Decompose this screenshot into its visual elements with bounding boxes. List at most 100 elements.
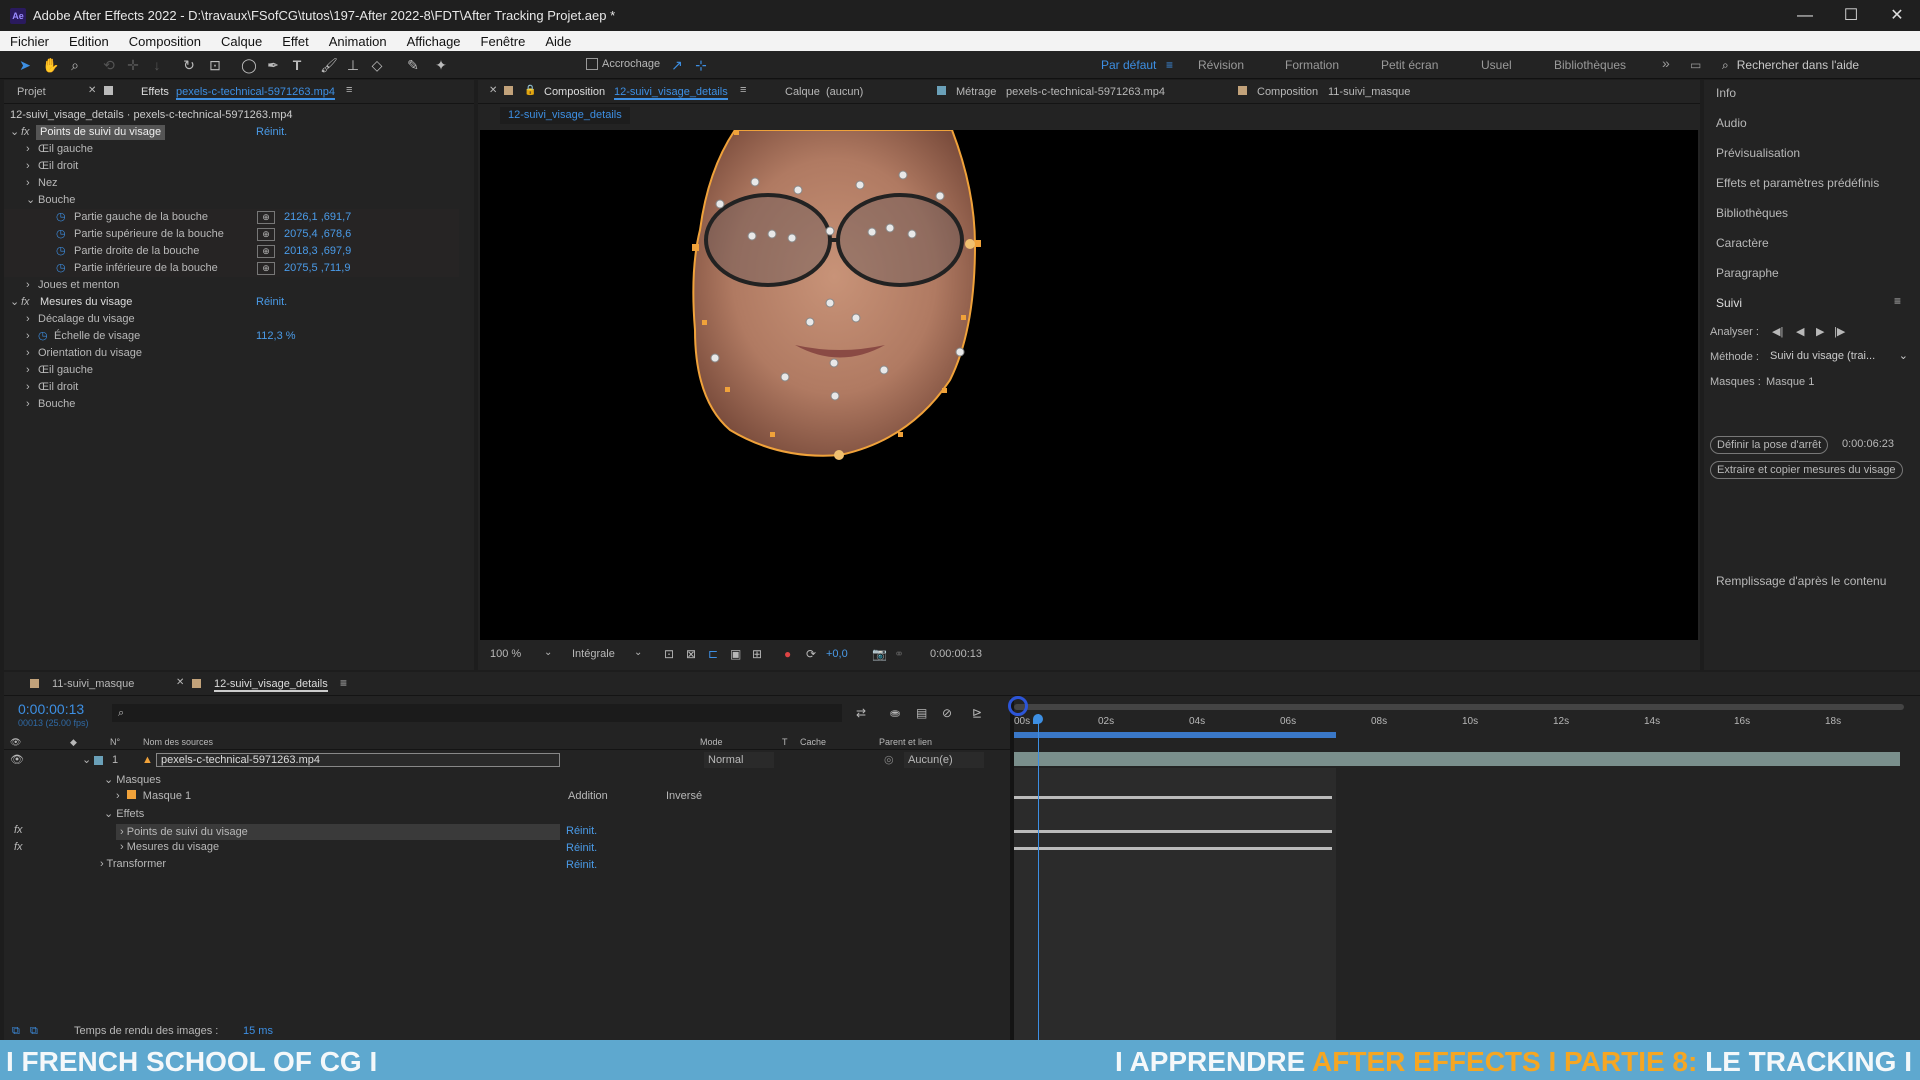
layer-row[interactable]: 👁 ⌄ 1 ▲ pexels-c-technical-5971263.mp4 N… (4, 752, 1010, 768)
menu-effet[interactable]: Effet (282, 34, 309, 49)
effect-row-face-points[interactable]: › Points de suivi du visage (116, 824, 560, 840)
resolution-select[interactable]: Intégrale (572, 648, 615, 660)
minimize-button[interactable]: — (1782, 4, 1828, 28)
panel-character[interactable]: Caractère (1716, 236, 1769, 250)
grid-icon[interactable]: ⊞ (752, 647, 762, 661)
workspace-learn[interactable]: Formation (1285, 58, 1339, 72)
tab-composition-2[interactable]: Composition (1257, 86, 1318, 98)
safe-area-icon[interactable]: ▣ (730, 647, 741, 661)
mask-1-row[interactable]: › Masque 1 (116, 790, 564, 802)
panel-menu-icon[interactable]: ≡ (1894, 294, 1901, 308)
set-rest-pose-button[interactable]: Définir la pose d'arrêt (1710, 436, 1829, 454)
layer-mode-select[interactable]: Normal (704, 752, 774, 768)
cheeks-group[interactable]: › Joues et menton (4, 277, 459, 294)
panel-paragraph[interactable]: Paragraphe (1716, 266, 1779, 280)
anchor-tool-icon[interactable]: ⊡ (206, 56, 224, 74)
chevron-down-icon[interactable]: ⌄ (634, 647, 642, 658)
panel-info[interactable]: Info (1716, 86, 1736, 100)
close-icon[interactable]: ✕ (176, 677, 184, 688)
chevron-down-icon[interactable]: ⌄ (10, 124, 19, 141)
effect-face-points-row[interactable]: ⌄ fx Points de suivi du visage Réinit. (4, 124, 459, 141)
chevron-down-icon[interactable]: ⌄ (544, 647, 552, 658)
chevron-down-icon[interactable]: ⌄ (82, 752, 91, 768)
tab-effects-source[interactable]: pexels-c-technical-5971263.mp4 (176, 86, 335, 100)
reset-transform-timeline[interactable]: Réinit. (566, 859, 597, 871)
mouth-bottom-value[interactable]: 2075,5 ,711,9 (284, 260, 350, 277)
face-offset-group[interactable]: › Décalage du visage (4, 311, 459, 328)
help-search-field[interactable]: ⌕ Rechercher dans l'aide (1722, 56, 1914, 74)
label-color-swatch[interactable] (94, 756, 103, 765)
panel-menu-icon[interactable]: ≡ (740, 84, 746, 96)
extract-face-measures-button[interactable]: Extraire et copier mesures du visage (1710, 461, 1903, 479)
dolly-camera-icon[interactable]: ↓ (148, 56, 166, 74)
eye-icon[interactable]: 👁 (10, 752, 24, 768)
tab-composition-name[interactable]: 12-suivi_visage_details (614, 86, 728, 100)
close-icon[interactable]: ✕ (489, 85, 497, 96)
workspace-review[interactable]: Révision (1198, 58, 1244, 72)
viewer-timecode[interactable]: 0:00:00:13 (930, 648, 982, 660)
workspace-menu-icon[interactable]: ≡ (1166, 58, 1173, 72)
comp-breadcrumb-tab[interactable]: 12-suivi_visage_details (500, 107, 630, 124)
fx-icon[interactable]: fx (14, 841, 23, 853)
panel-preview[interactable]: Prévisualisation (1716, 146, 1800, 160)
draft-3d-icon[interactable]: ⛂ (890, 706, 900, 720)
mouth-left-value[interactable]: 2126,1 ,691,7 (284, 209, 351, 226)
color-channels-icon[interactable]: ● (784, 647, 791, 661)
crosshair-icon[interactable]: ⊕ (257, 211, 275, 224)
menu-aide[interactable]: Aide (545, 34, 571, 49)
right-eye-group[interactable]: › Œil droit (4, 158, 459, 175)
measures-left-eye-group[interactable]: › Œil gauche (4, 362, 459, 379)
pickwhip-icon[interactable]: ◎ (884, 752, 894, 768)
render-options-icon[interactable]: ⧉ (12, 1022, 20, 1040)
rotation-tool-icon[interactable]: ↻ (180, 56, 198, 74)
workspace-small-screen[interactable]: Petit écran (1381, 58, 1438, 72)
reset-face-points-timeline[interactable]: Réinit. (566, 825, 597, 837)
current-time-indicator[interactable] (1038, 714, 1039, 1040)
fx-icon[interactable]: fx (21, 294, 30, 311)
menu-fenetre[interactable]: Fenêtre (481, 34, 526, 49)
panel-content-aware-fill[interactable]: Remplissage d'après le contenu (1716, 574, 1886, 588)
close-button[interactable]: ✕ (1874, 4, 1920, 28)
mask-color-swatch[interactable] (126, 790, 136, 799)
face-scale-value[interactable]: 112,3 % (256, 328, 296, 345)
mask-mode-select[interactable]: Addition (568, 790, 608, 802)
panel-menu-icon[interactable]: ≡ (340, 676, 347, 690)
panel-effects-presets[interactable]: Effets et paramètres prédéfinis (1716, 176, 1879, 190)
column-source-name[interactable]: Nom des sources (143, 734, 213, 750)
effect-row-face-measures[interactable]: › Mesures du visage (116, 841, 219, 853)
face-orientation-group[interactable]: › Orientation du visage (4, 345, 459, 362)
analyze-backward-all-icon[interactable]: ◀| (1772, 325, 1783, 338)
layer-name-field[interactable]: pexels-c-technical-5971263.mp4 (156, 753, 560, 767)
menu-calque[interactable]: Calque (221, 34, 262, 49)
snap-option2-icon[interactable]: ⊹ (692, 56, 710, 74)
panel-audio[interactable]: Audio (1716, 116, 1747, 130)
more-workspaces-button[interactable]: » (1662, 55, 1670, 71)
mask-inverted-checkbox[interactable]: Inversé (666, 790, 702, 802)
eye-icon[interactable]: 👁 (10, 734, 21, 750)
reset-face-points-link[interactable]: Réinit. (256, 124, 287, 141)
brush-tool-icon[interactable]: 🖌 (320, 56, 338, 74)
mouth-bottom-row[interactable]: ◷ Partie inférieure de la bouche ⊕ 2075,… (4, 260, 459, 277)
chevron-down-icon[interactable]: ⌄ (10, 294, 19, 311)
lock-icon[interactable] (104, 86, 113, 95)
reset-face-measures-link[interactable]: Réinit. (256, 294, 287, 311)
analyze-backward-icon[interactable]: ◀ (1796, 325, 1804, 338)
workspace-default[interactable]: Par défaut (1101, 58, 1156, 72)
stopwatch-icon[interactable]: ◷ (56, 209, 66, 226)
exposure-value[interactable]: +0,0 (826, 648, 848, 660)
tab-composition[interactable]: Composition (544, 86, 605, 98)
mouth-right-row[interactable]: ◷ Partie droite de la bouche ⊕ 2018,3 ,6… (4, 243, 459, 260)
zoom-tool-icon[interactable]: ⌕ (66, 56, 84, 74)
stopwatch-icon[interactable]: ◷ (56, 226, 66, 243)
mouth-top-row[interactable]: ◷ Partie supérieure de la bouche ⊕ 2075,… (4, 226, 459, 243)
workspace-libraries[interactable]: Bibliothèques (1554, 58, 1626, 72)
show-snapshot-icon[interactable]: ⚭ (894, 647, 904, 661)
menu-affichage[interactable]: Affichage (407, 34, 461, 49)
mouth-group[interactable]: ⌄ Bouche (4, 192, 459, 209)
roto-brush-tool-icon[interactable]: ✎ (404, 56, 422, 74)
eraser-tool-icon[interactable]: ◇ (368, 56, 386, 74)
sync-settings-icon[interactable]: ▭ (1690, 58, 1701, 72)
menu-composition[interactable]: Composition (129, 34, 201, 49)
effect-face-measures-row[interactable]: ⌄ fx Mesures du visage Réinit. (4, 294, 459, 311)
clone-stamp-tool-icon[interactable]: ⊥ (344, 56, 362, 74)
